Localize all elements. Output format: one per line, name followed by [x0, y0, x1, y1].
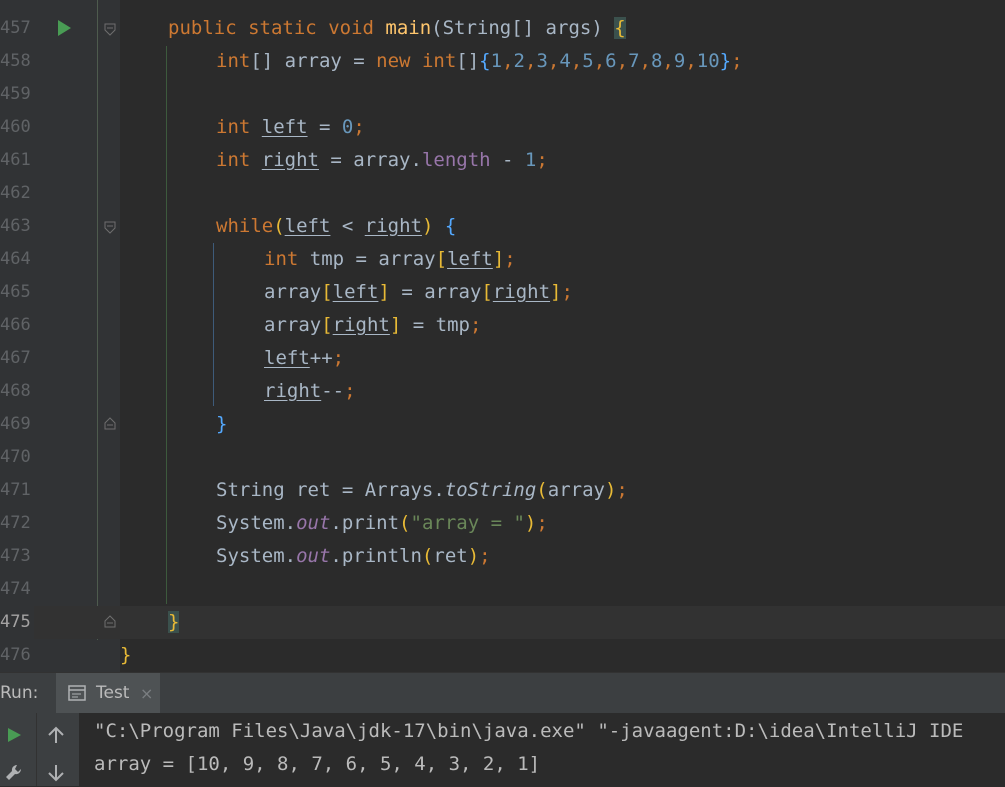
code-line: 457 public static void main(String[] arg…: [0, 12, 1005, 45]
line-number: 472: [0, 513, 31, 533]
line-number: 470: [0, 447, 31, 467]
close-icon[interactable]: ×: [140, 673, 153, 714]
code-text[interactable]: int[] array = new int[]{1,2,3,4,5,6,7,8,…: [216, 45, 743, 78]
code-line: 459: [0, 78, 1005, 111]
console-output-line[interactable]: "C:\Program Files\Java\jdk-17\bin\java.e…: [94, 715, 963, 748]
code-text[interactable]: int tmp = array[left];: [264, 243, 516, 276]
line-number: 461: [0, 150, 31, 170]
code-text[interactable]: }: [216, 408, 227, 441]
code-line: 465 array[left] = array[right];: [0, 276, 1005, 309]
wrench-icon[interactable]: [4, 763, 24, 787]
run-gutter-icon[interactable]: [58, 20, 71, 36]
code-line: 467 left++;: [0, 342, 1005, 375]
code-line: 466 array[right] = tmp;: [0, 309, 1005, 342]
code-line: 461 int right = array.length - 1;: [0, 144, 1005, 177]
code-text[interactable]: }: [120, 639, 131, 672]
code-text[interactable]: while(left < right) {: [216, 210, 456, 243]
code-text[interactable]: System.out.println(ret);: [216, 540, 491, 573]
line-number: 474: [0, 579, 31, 599]
code-line-current: 475 }: [0, 606, 1005, 639]
code-line: 470: [0, 441, 1005, 474]
code-line: 473 System.out.println(ret);: [0, 540, 1005, 573]
code-text[interactable]: System.out.print("array = ");: [216, 507, 548, 540]
line-number: 467: [0, 348, 31, 368]
code-text[interactable]: array[left] = array[right];: [264, 276, 573, 309]
fold-icon[interactable]: [104, 615, 116, 628]
line-number: 462: [0, 183, 31, 203]
fold-icon[interactable]: [104, 221, 116, 234]
code-line: 458 int[] array = new int[]{1,2,3,4,5,6,…: [0, 45, 1005, 78]
code-line: 462: [0, 177, 1005, 210]
line-number: 475: [0, 606, 34, 639]
fold-icon[interactable]: [104, 417, 116, 430]
line-number: 459: [0, 84, 31, 104]
line-number: 464: [0, 249, 31, 269]
line-number: 466: [0, 315, 31, 335]
code-line: 469 }: [0, 408, 1005, 441]
fold-icon[interactable]: [104, 23, 116, 36]
code-text[interactable]: right--;: [264, 375, 356, 408]
line-number: 469: [0, 414, 31, 434]
code-text[interactable]: array[right] = tmp;: [264, 309, 481, 342]
run-label: Run:: [0, 683, 39, 703]
line-number: 465: [0, 282, 31, 302]
run-toolwindow-header: Run: Test ×: [0, 672, 1005, 714]
line-number: 476: [0, 645, 31, 665]
code-text[interactable]: String ret = Arrays.toString(array);: [216, 474, 628, 507]
run-toolbar: [0, 713, 36, 786]
code-text[interactable]: int right = array.length - 1;: [216, 144, 548, 177]
code-line: 463 while(left < right) {: [0, 210, 1005, 243]
code-line: 464 int tmp = array[left];: [0, 243, 1005, 276]
line-number: 463: [0, 216, 31, 236]
code-line: 474: [0, 573, 1005, 606]
code-line: 472 System.out.print("array = ");: [0, 507, 1005, 540]
code-text[interactable]: int left = 0;: [216, 111, 365, 144]
console-toolbar: [36, 713, 79, 786]
code-line: 471 String ret = Arrays.toString(array);: [0, 474, 1005, 507]
code-editor[interactable]: 457 public static void main(String[] arg…: [0, 0, 1005, 672]
run-console: "C:\Program Files\Java\jdk-17\bin\java.e…: [0, 713, 1005, 786]
code-text[interactable]: left++;: [264, 342, 344, 375]
code-line: 476 }: [0, 639, 1005, 672]
line-number: 458: [0, 51, 31, 71]
code-line: 468 right--;: [0, 375, 1005, 408]
line-number: 473: [0, 546, 31, 566]
code-line: 460 int left = 0;: [0, 111, 1005, 144]
rerun-icon[interactable]: [5, 726, 23, 748]
code-text[interactable]: public static void main(String[] args) {: [168, 12, 626, 45]
code-text[interactable]: }: [168, 606, 180, 639]
run-tab-test[interactable]: Test ×: [56, 673, 160, 714]
line-number: 471: [0, 480, 31, 500]
tab-label: Test: [96, 683, 130, 703]
console-output-line[interactable]: array = [10, 9, 8, 7, 6, 5, 4, 3, 2, 1]: [94, 748, 540, 781]
console-icon: [68, 685, 86, 701]
arrow-up-icon[interactable]: [47, 725, 65, 749]
line-number: 468: [0, 381, 31, 401]
arrow-down-icon[interactable]: [47, 763, 65, 787]
line-number: 457: [0, 18, 31, 38]
line-number: 460: [0, 117, 31, 137]
